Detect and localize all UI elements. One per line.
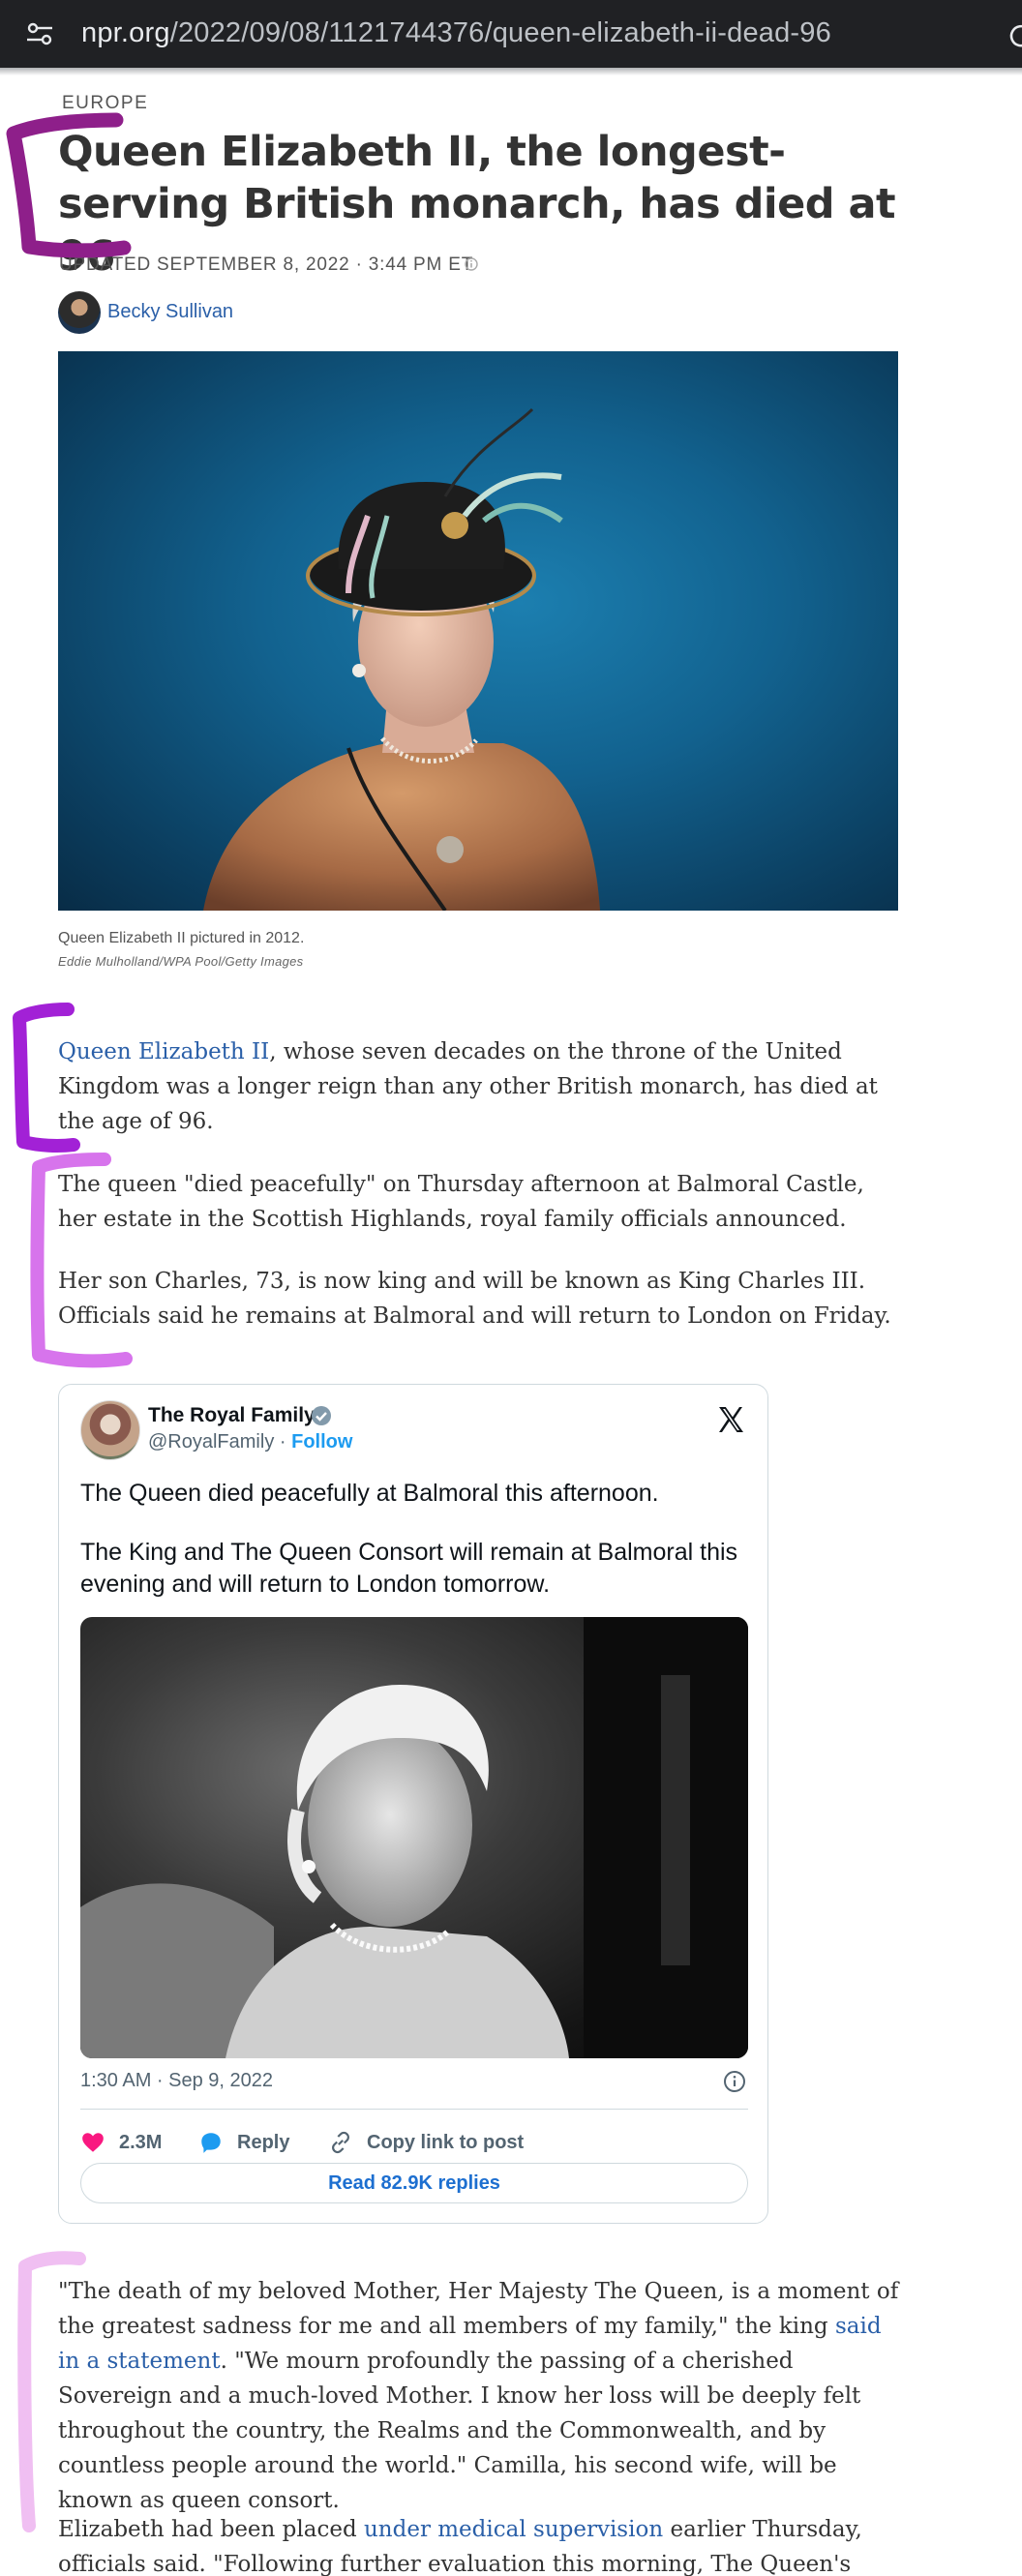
url-field[interactable]: npr.org/2022/09/08/1121744376/queen-eliz… — [81, 17, 831, 49]
queen-elizabeth-link[interactable]: Queen Elizabeth II — [58, 1039, 269, 1064]
link-icon — [332, 2131, 349, 2154]
read-replies-button[interactable]: Read 82.9K replies — [80, 2163, 748, 2203]
p5-text-a: Elizabeth had been placed — [58, 2517, 364, 2542]
photo-caption: Queen Elizabeth II pictured in 2012. — [58, 930, 305, 946]
x-logo-icon[interactable] — [715, 1404, 746, 1435]
info-icon[interactable] — [465, 257, 478, 271]
like-count: 2.3M — [119, 2131, 163, 2153]
article-paragraph-1: Queen Elizabeth II, whose seven decades … — [58, 1034, 900, 1139]
medical-supervision-link[interactable]: under medical supervision — [364, 2517, 663, 2542]
tweet-photo-illustration — [80, 1617, 748, 2058]
hero-photo-illustration — [203, 407, 600, 911]
copy-link-label: Copy link to post — [367, 2131, 525, 2153]
photo-credit: Eddie Mulholland/WPA Pool/Getty Images — [58, 954, 304, 969]
address-bar-shadow — [0, 68, 1022, 75]
p4-text-a: "The death of my beloved Mother, Her Maj… — [58, 2279, 899, 2339]
reply-label: Reply — [237, 2131, 290, 2153]
tweet-handle-separator: · — [274, 1431, 292, 1453]
verified-badge-icon — [312, 1406, 331, 1425]
like-button[interactable]: 2.3M — [80, 2130, 162, 2155]
url-path: /2022/09/08/1121744376/queen-elizabeth-i… — [169, 17, 831, 48]
hero-photo[interactable] — [58, 351, 898, 911]
site-settings-icon[interactable] — [25, 21, 54, 46]
browser-address-bar: npr.org/2022/09/08/1121744376/queen-eliz… — [0, 0, 1022, 68]
heart-icon — [82, 2133, 104, 2152]
author-link[interactable]: Becky Sullivan — [107, 301, 233, 323]
embedded-tweet[interactable]: The Royal Family @RoyalFamily · Follow T… — [58, 1384, 768, 2224]
copy-link-button[interactable]: Copy link to post — [328, 2130, 524, 2155]
tweet-timestamp[interactable]: 1:30 AM · Sep 9, 2022 — [80, 2070, 273, 2092]
tweet-photo[interactable] — [80, 1617, 748, 2058]
tweet-author-name[interactable]: The Royal Family — [148, 1404, 316, 1427]
reply-icon — [201, 2133, 221, 2153]
article-paragraph-5: Elizabeth had been placed under medical … — [58, 2512, 900, 2576]
article-paragraph-2: The queen "died peacefully" on Thursday … — [58, 1172, 864, 1232]
tweet-text-line-1: The Queen died peacefully at Balmoral th… — [80, 1480, 659, 1507]
reload-icon[interactable] — [1007, 21, 1022, 50]
tweet-handle[interactable]: @RoyalFamily — [148, 1431, 274, 1453]
info-icon[interactable] — [723, 2070, 746, 2093]
section-label[interactable]: EUROPE — [62, 93, 148, 114]
author-avatar[interactable] — [58, 291, 101, 334]
follow-button[interactable]: Follow — [291, 1431, 352, 1453]
article-paragraph-3: Her son Charles, 73, is now king and wil… — [58, 1269, 891, 1329]
reply-button[interactable]: Reply — [198, 2130, 289, 2155]
tweet-avatar[interactable] — [80, 1400, 140, 1460]
updated-dateline: UPDATED SEPTEMBER 8, 2022 · 3:44 PM ET — [59, 255, 474, 275]
tweet-handle-line: @RoyalFamily · Follow — [148, 1431, 352, 1453]
article-paragraph-4: "The death of my beloved Mother, Her Maj… — [58, 2274, 900, 2518]
tweet-divider — [80, 2109, 748, 2110]
url-host: npr.org — [81, 17, 170, 48]
tweet-text-line-2: The King and The Queen Consort will rema… — [80, 1539, 738, 1598]
